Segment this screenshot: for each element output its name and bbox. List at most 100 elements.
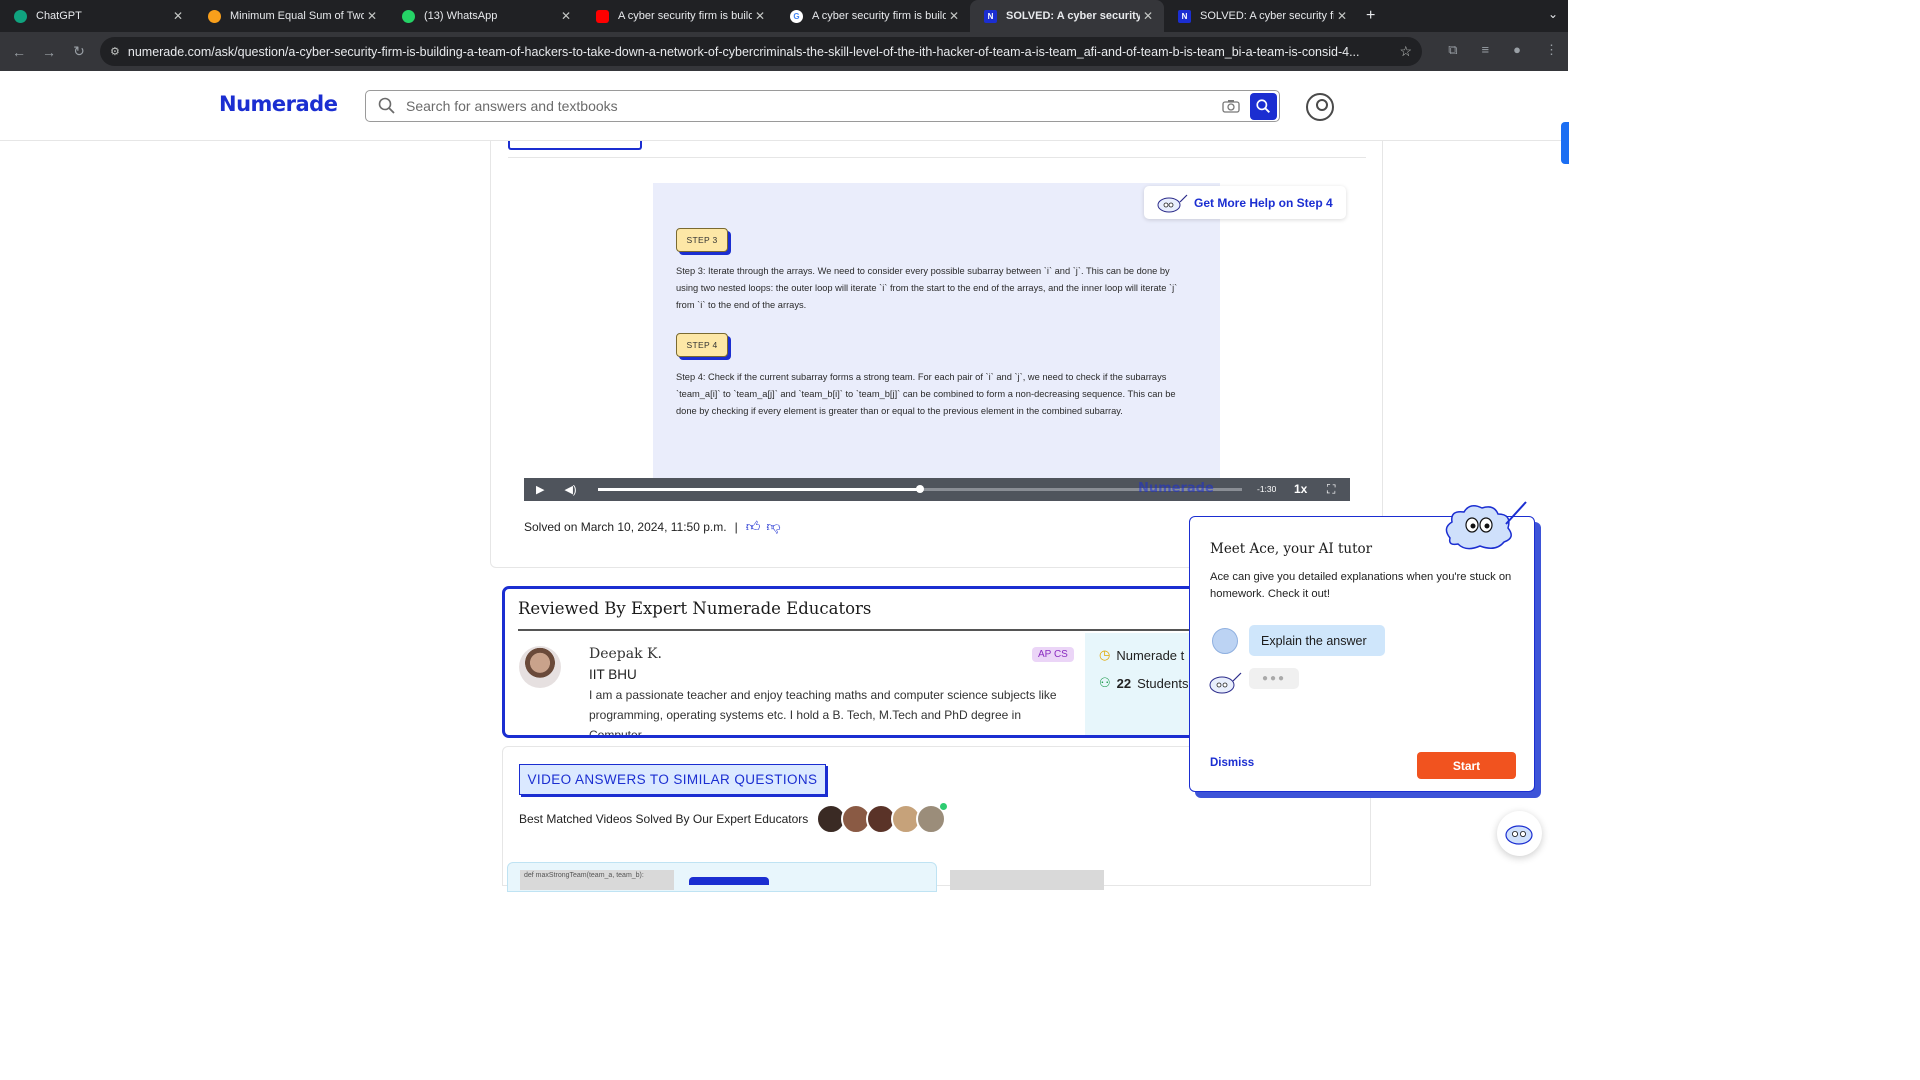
ace-tutor-popup: Meet Ace, your AI tutor Ace can give you… <box>1189 516 1535 792</box>
ace-cloud-icon <box>1157 194 1188 212</box>
thumbs-up-icon[interactable]: 👍︎ <box>746 518 761 535</box>
subject-tag: AP CS <box>1032 647 1074 662</box>
ace-description: Ace can give you detailed explanations w… <box>1210 571 1512 600</box>
tab-search-icon[interactable]: ⌄ <box>1548 7 1558 21</box>
educator-bio: I am a passionate teacher and enjoy teac… <box>589 688 1057 738</box>
tab-stub <box>508 141 642 150</box>
whatsapp-icon <box>402 9 415 23</box>
tab-title: SOLVED: A cyber security firm <box>1200 10 1334 22</box>
typing-indicator: ●●● <box>1249 668 1299 689</box>
tab-title: (13) WhatsApp <box>424 10 498 22</box>
numerade-watermark: Numerade <box>1138 481 1214 496</box>
video-thumbnail[interactable]: def maxStrongTeam(team_a, team_b): <box>520 870 674 890</box>
close-icon[interactable]: ✕ <box>364 9 380 23</box>
educator-avatar[interactable] <box>519 646 561 688</box>
url-text: numerade.com/ask/question/a-cyber-securi… <box>127 44 1360 59</box>
close-icon[interactable]: ✕ <box>1334 9 1350 23</box>
progress-fill <box>598 488 920 491</box>
educator-stats-panel: ◷ Numerade t ⚇ 22 Students <box>1085 633 1199 735</box>
browser-tab[interactable]: Minimum Equal Sum of Two Arrays✕ <box>194 0 388 32</box>
get-more-help-button[interactable]: Get More Help on Step 4 <box>1144 186 1346 219</box>
playback-speed-button[interactable]: 1x <box>1294 482 1307 496</box>
account-icon[interactable] <box>1306 93 1334 121</box>
educator-avatars <box>816 803 947 834</box>
fullscreen-icon[interactable]: ⛶ <box>1327 482 1335 497</box>
tab-title: ChatGPT <box>36 10 82 22</box>
volume-icon[interactable]: ◀) <box>564 483 576 496</box>
educator-school: IIT BHU <box>589 667 637 682</box>
video-thumbnail[interactable] <box>950 870 1104 890</box>
solved-line: Solved on March 10, 2024, 11:50 p.m. | 👍… <box>524 518 781 535</box>
similar-subheading: Best Matched Videos Solved By Our Expert… <box>519 812 809 826</box>
site-header: Numerade Search for answers and textbook… <box>0 71 1568 141</box>
divider <box>508 157 1366 158</box>
browser-tab[interactable]: A cyber security firm is building✕ <box>582 0 776 32</box>
close-icon[interactable]: ✕ <box>752 9 768 23</box>
browser-tab-active[interactable]: N SOLVED: A cyber security firm✕ <box>970 0 1164 32</box>
help-label: Get More Help on Step 4 <box>1194 195 1333 210</box>
ace-title: Meet Ace, your AI tutor <box>1210 541 1373 557</box>
site-info-icon[interactable]: ⚙ <box>110 45 120 58</box>
separator: | <box>734 519 738 534</box>
search-bar[interactable]: Search for answers and textbooks <box>365 90 1280 122</box>
solved-date: Solved on March 10, 2024, 11:50 p.m. <box>524 519 727 534</box>
browser-tab[interactable]: ChatGPT ✕ <box>0 0 194 32</box>
stat-row: ◷ Numerade t <box>1099 647 1184 663</box>
divider <box>518 629 1198 631</box>
explain-answer-button[interactable]: Explain the answer <box>1249 625 1385 656</box>
reload-icon[interactable]: ↻ <box>64 43 94 60</box>
step-3-text: Step 3: Iterate through the arrays. We n… <box>676 266 1178 310</box>
ace-avatar-icon <box>1212 628 1238 654</box>
dismiss-button[interactable]: Dismiss <box>1210 757 1254 769</box>
close-icon[interactable]: ✕ <box>1140 9 1156 23</box>
extensions-icon[interactable]: ⧉ <box>1448 42 1457 58</box>
stat-row: ⚇ 22 Students <box>1099 675 1188 691</box>
tab-title: Minimum Equal Sum of Two Arrays <box>230 10 364 22</box>
back-icon[interactable]: ← <box>4 44 34 60</box>
online-dot-icon <box>940 803 947 810</box>
browser-tab[interactable]: N SOLVED: A cyber security firm ✕ <box>1164 0 1358 32</box>
play-icon[interactable]: ▶ <box>536 483 544 496</box>
close-icon[interactable]: ✕ <box>558 9 574 23</box>
search-icon <box>1256 98 1270 113</box>
bookmark-star-icon[interactable]: ☆ <box>1399 43 1412 60</box>
video-controls: ▶ ◀) Numerade -1:30 1x ⛶ <box>524 478 1350 501</box>
camera-icon[interactable] <box>1222 99 1240 113</box>
educator-name[interactable]: Deepak K. <box>589 646 662 662</box>
numerade-icon: N <box>1178 9 1191 23</box>
progress-knob[interactable] <box>916 485 924 493</box>
review-title: Reviewed By Expert Numerade Educators <box>518 599 872 618</box>
thumbs-down-icon[interactable]: 👎︎ <box>766 518 780 535</box>
tab-title: A cyber security firm is building <box>812 10 946 22</box>
new-tab-icon[interactable]: + <box>1366 7 1375 25</box>
search-button[interactable] <box>1250 92 1277 120</box>
address-bar[interactable]: ⚙ numerade.com/ask/question/a-cyber-secu… <box>100 37 1422 66</box>
numerade-logo[interactable]: Numerade <box>219 92 338 116</box>
step-4-text: Step 4: Check if the current subarray fo… <box>676 372 1176 416</box>
stat-label: Numerade t <box>1116 647 1185 663</box>
forward-icon[interactable]: → <box>34 44 64 60</box>
close-icon[interactable]: ✕ <box>170 9 186 23</box>
profile-icon[interactable]: ● <box>1513 42 1521 58</box>
tab-title: SOLVED: A cyber security firm <box>1006 10 1140 22</box>
reading-list-icon[interactable]: ≡ <box>1482 42 1490 58</box>
clock-icon: ◷ <box>1099 647 1111 662</box>
search-input[interactable]: Search for answers and textbooks <box>406 98 1222 114</box>
ace-chat-launcher[interactable] <box>1497 811 1542 856</box>
google-icon: G <box>790 9 803 23</box>
video-player[interactable] <box>653 183 1220 478</box>
similar-questions-heading: VIDEO ANSWERS TO SIMILAR QUESTIONS <box>519 764 826 795</box>
leetcode-icon <box>208 9 221 23</box>
ace-cloud-icon <box>1505 825 1533 845</box>
menu-icon[interactable]: ⋮ <box>1545 42 1558 58</box>
stat-label: Students <box>1137 675 1189 691</box>
browser-tab-bar: ChatGPT ✕ Minimum Equal Sum of Two Arrays… <box>0 0 1568 32</box>
tab-title: A cyber security firm is building <box>618 10 752 22</box>
youtube-icon <box>596 9 609 23</box>
side-feedback-tab[interactable] <box>1561 122 1569 164</box>
ace-cloud-icon <box>1209 672 1242 694</box>
browser-tab[interactable]: G A cyber security firm is building✕ <box>776 0 970 32</box>
close-icon[interactable]: ✕ <box>946 9 962 23</box>
start-button[interactable]: Start <box>1417 752 1516 779</box>
browser-tab[interactable]: (13) WhatsApp ✕ <box>388 0 582 32</box>
